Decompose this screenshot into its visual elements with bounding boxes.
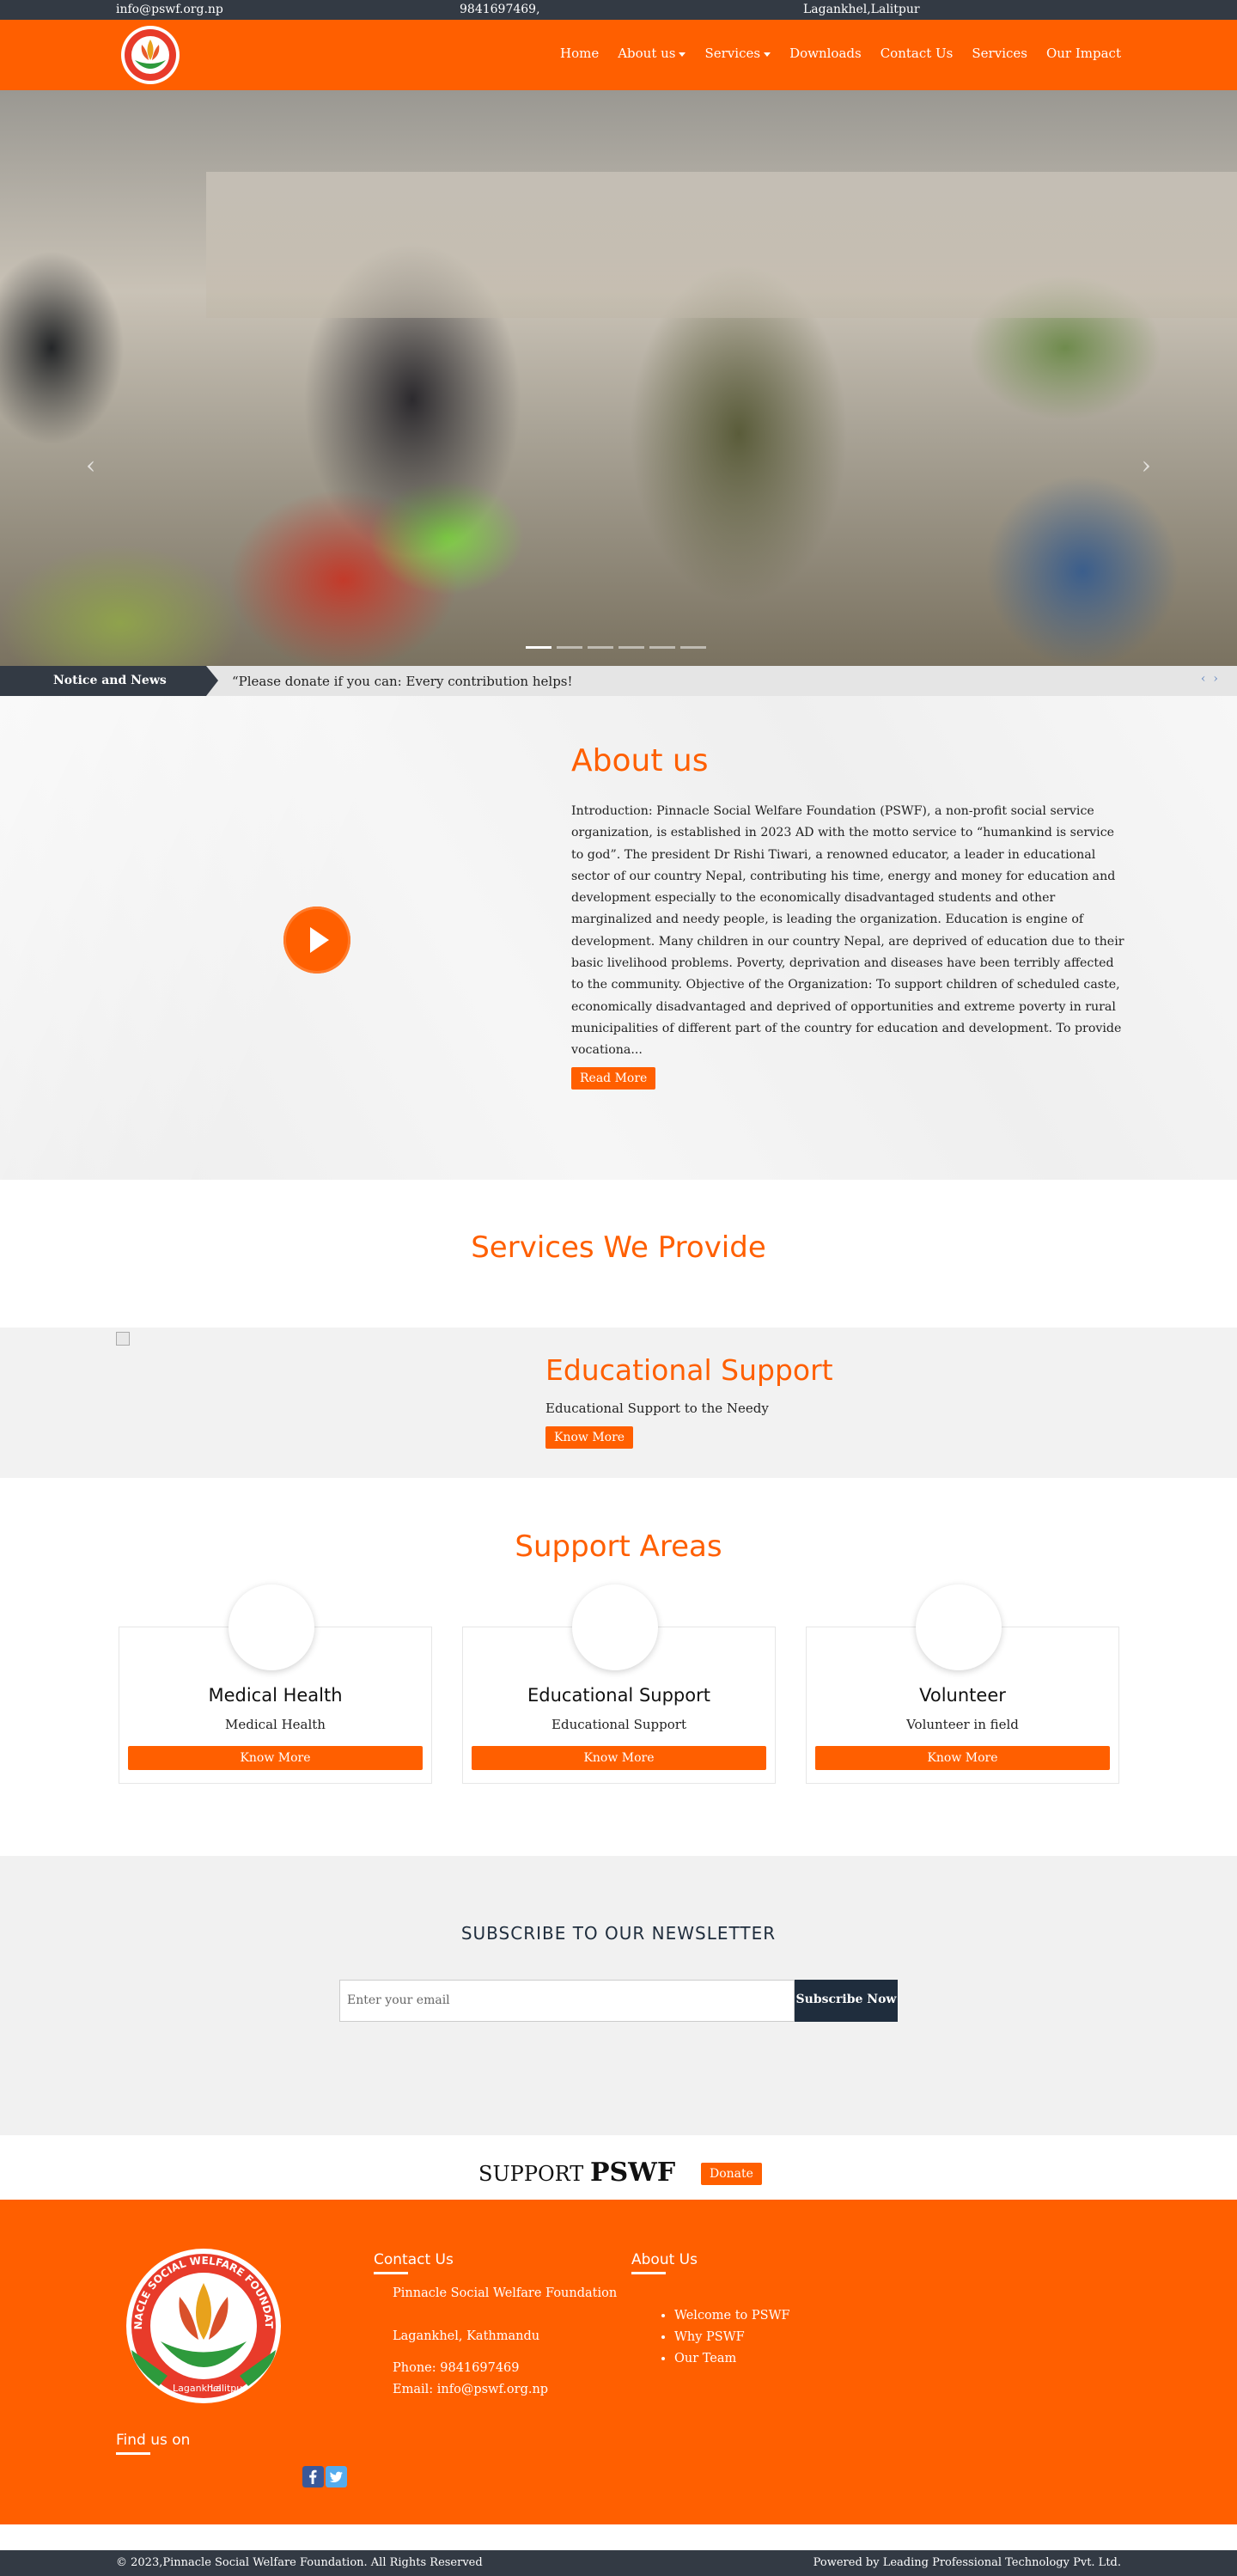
card-desc: Educational Support [551, 1717, 686, 1732]
support-brand: PSWF [589, 2158, 676, 2188]
nav-home[interactable]: Home [560, 46, 599, 61]
subscribe-button[interactable]: Subscribe Now [795, 1980, 898, 2022]
carousel-indicator[interactable] [680, 646, 706, 649]
carousel-indicators [526, 646, 706, 649]
footer-org-name: Pinnacle Social Welfare Foundation [393, 2286, 618, 2300]
nav-contact[interactable]: Contact Us [881, 46, 954, 61]
footer-link[interactable]: Why PSWF [674, 2327, 790, 2348]
donate-button[interactable]: Donate [701, 2163, 762, 2185]
know-more-button[interactable]: Know More [815, 1746, 1110, 1770]
card-icon-circle [916, 1584, 1002, 1670]
know-more-button[interactable]: Know More [545, 1426, 634, 1449]
card-icon-circle [572, 1584, 658, 1670]
nav-services-label: Services [704, 46, 761, 61]
service-item: Educational Support Educational Support … [0, 1328, 1237, 1478]
news-ticker: Notice and News “Please donate if you ca… [0, 666, 1237, 696]
footer-logo-text-right: Lalitpur [210, 2383, 247, 2394]
news-nav: ‹ › [1201, 672, 1218, 686]
service-title: Educational Support [545, 1353, 833, 1387]
top-info-bar: info@pswf.org.np 9841697469, Lagankhel,L… [0, 0, 1237, 20]
carousel-indicator[interactable] [526, 646, 551, 649]
chevron-left-icon[interactable]: ‹ [1201, 672, 1206, 686]
newsletter-section: SUBSCRIBE TO OUR NEWSLETTER Enter your e… [0, 1856, 1237, 2135]
bottom-bar: © 2023,Pinnacle Social Welfare Foundatio… [0, 2550, 1237, 2576]
email-input[interactable]: Enter your email [339, 1980, 795, 2022]
news-label: Notice and News [0, 666, 218, 696]
carousel-indicator[interactable] [588, 646, 613, 649]
footer-contact-title: Contact Us [374, 2251, 454, 2274]
card-desc: Volunteer in field [906, 1717, 1019, 1732]
footer-logo: PINNACLE SOCIAL WELFARE FOUNDATION Lagan… [116, 2247, 281, 2403]
footer-about-links: Welcome to PSWF Why PSWF Our Team [674, 2305, 790, 2370]
footer-gap [0, 2524, 1237, 2550]
support-card: Medical Health Medical Health Know More [119, 1584, 432, 1784]
nav-about-dropdown[interactable]: About us [618, 46, 686, 61]
site-logo[interactable] [116, 24, 185, 86]
caret-down-icon [764, 52, 771, 57]
topbar-email[interactable]: info@pswf.org.np [116, 3, 223, 16]
support-prefix: SUPPORT [478, 2162, 584, 2186]
facebook-icon[interactable] [302, 2466, 324, 2487]
topbar-phone[interactable]: 9841697469, [460, 3, 540, 16]
know-more-button[interactable]: Know More [472, 1746, 766, 1770]
nav-menu: Home About us Services Downloads Contact… [560, 46, 1121, 61]
footer: PINNACLE SOCIAL WELFARE FOUNDATION Lagan… [0, 2200, 1237, 2524]
chevron-right-icon[interactable]: › [1213, 672, 1218, 686]
card-title: Educational Support [527, 1685, 710, 1706]
topbar-address: Lagankhel,Lalitpur [803, 3, 920, 16]
card-desc: Medical Health [225, 1717, 326, 1732]
footer-email[interactable]: Email: info@pswf.org.np [393, 2379, 548, 2401]
nav-services-link[interactable]: Services [972, 46, 1027, 61]
support-areas-title: Support Areas [515, 1529, 722, 1564]
footer-about-title: About Us [631, 2251, 698, 2274]
card-title: Volunteer [919, 1685, 1006, 1706]
caret-down-icon [679, 52, 686, 57]
powered-by-link[interactable]: Powered by Leading Professional Technolo… [813, 2556, 1121, 2569]
carousel-prev-icon[interactable]: ‹ [86, 451, 95, 479]
support-card: Educational Support Educational Support … [462, 1584, 776, 1784]
find-us-title: Find us on [116, 2432, 190, 2455]
card-icon-circle [229, 1584, 314, 1670]
news-text[interactable]: “Please donate if you can: Every contrib… [232, 674, 573, 689]
service-desc: Educational Support to the Needy [545, 1401, 769, 1416]
copyright-text: © 2023,Pinnacle Social Welfare Foundatio… [116, 2556, 483, 2569]
footer-link[interactable]: Our Team [674, 2348, 790, 2370]
carousel-next-icon[interactable]: › [1142, 451, 1151, 479]
newsletter-title: SUBSCRIBE TO OUR NEWSLETTER [460, 1923, 777, 1944]
hero-photo [206, 172, 1237, 318]
nav-impact[interactable]: Our Impact [1046, 46, 1121, 61]
footer-phone[interactable]: Phone: 9841697469 [393, 2358, 520, 2379]
support-card: Volunteer Volunteer in field Know More [806, 1584, 1119, 1784]
carousel-indicator[interactable] [649, 646, 675, 649]
about-title: About us [571, 743, 709, 778]
nav-services-dropdown[interactable]: Services [704, 46, 771, 61]
support-areas-section: Support Areas Medical Health Medical Hea… [0, 1478, 1237, 1856]
hero-carousel: ‹ › [0, 90, 1237, 666]
main-navbar: Home About us Services Downloads Contact… [0, 20, 1237, 90]
donate-bar: SUPPORT PSWF Donate [0, 2135, 1237, 2200]
broken-image-icon [116, 1332, 130, 1346]
carousel-indicator[interactable] [618, 646, 644, 649]
nav-about-label: About us [618, 46, 676, 61]
about-body: Introduction: Pinnacle Social Welfare Fo… [571, 804, 1124, 1058]
play-video-icon[interactable] [283, 906, 350, 974]
footer-address: Lagankhel, Kathmandu [393, 2329, 540, 2343]
about-section: About us Introduction: Pinnacle Social W… [0, 696, 1237, 1180]
read-more-button[interactable]: Read More [571, 1067, 656, 1090]
support-label: SUPPORT PSWF [478, 2158, 675, 2188]
footer-link[interactable]: Welcome to PSWF [674, 2305, 790, 2327]
twitter-icon[interactable] [326, 2466, 347, 2487]
card-title: Medical Health [208, 1685, 343, 1706]
nav-downloads[interactable]: Downloads [789, 46, 862, 61]
know-more-button[interactable]: Know More [128, 1746, 423, 1770]
services-header: Services We Provide [0, 1180, 1237, 1328]
services-title: Services We Provide [471, 1230, 766, 1265]
carousel-indicator[interactable] [557, 646, 582, 649]
